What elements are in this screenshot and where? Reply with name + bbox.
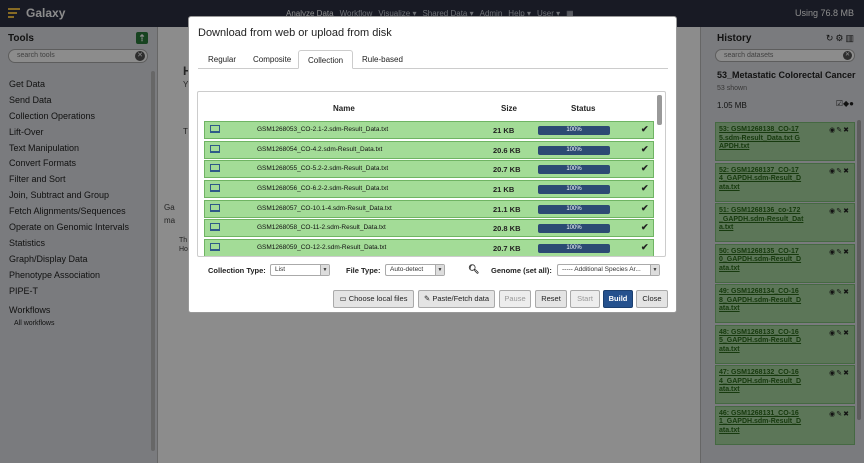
progress-bar: 100% bbox=[538, 185, 610, 195]
upload-rows: GSM1268053_CO-2.1-2.sdm-Result_Data.txt 2… bbox=[204, 121, 654, 256]
paste-fetch-button[interactable]: ✎ Paste/Fetch data bbox=[418, 290, 495, 308]
progress-bar: 100% bbox=[538, 244, 610, 254]
check-icon: ✔ bbox=[641, 222, 649, 233]
tab-composite[interactable]: Composite bbox=[244, 50, 300, 69]
genome-select[interactable]: ----- Additional Species Ar... ▼ bbox=[557, 264, 660, 276]
upload-settings: Collection Type: List ▼ File Type: Auto-d… bbox=[208, 264, 663, 278]
chevron-down-icon: ▼ bbox=[320, 265, 329, 275]
progress-bar: 100% bbox=[538, 165, 610, 175]
file-size: 20.6 KB bbox=[493, 145, 521, 155]
progress-bar: 100% bbox=[538, 224, 610, 234]
build-button[interactable]: Build bbox=[603, 290, 633, 308]
collection-type-select[interactable]: List ▼ bbox=[270, 264, 330, 276]
file-name: GSM1268053_CO-2.1-2.sdm-Result_Data.txt bbox=[257, 126, 389, 133]
tab-regular[interactable]: Regular bbox=[199, 50, 245, 69]
laptop-icon bbox=[210, 144, 220, 153]
paste-fetch-label: Paste/Fetch data bbox=[432, 294, 490, 303]
progress-bar: 100% bbox=[538, 204, 610, 214]
upload-row: GSM1268059_CO-12-2.sdm-Result_Data.txt 20… bbox=[204, 239, 654, 256]
upload-file-box: Name Size Status GSM1268053_CO-2.1-2.sdm… bbox=[197, 91, 666, 257]
file-name: GSM1268055_CO-5.2-2.sdm-Result_Data.txt bbox=[257, 165, 389, 173]
file-type-value: Auto-detect bbox=[390, 266, 424, 273]
close-button[interactable]: Close bbox=[636, 290, 668, 308]
check-icon: ✔ bbox=[641, 124, 649, 134]
file-size: 20.7 KB bbox=[493, 165, 521, 175]
laptop-icon bbox=[210, 164, 220, 173]
search-icon[interactable]: 🔍︎ bbox=[468, 264, 479, 275]
file-size: 20.8 KB bbox=[493, 224, 521, 234]
chevron-down-icon: ▼ bbox=[650, 265, 659, 275]
upload-row: GSM1268057_CO-10.1-4.sdm-Result_Data.txt… bbox=[204, 199, 654, 218]
check-icon: ✔ bbox=[641, 163, 649, 174]
upload-tabs: Regular Composite Collection Rule-based bbox=[198, 50, 668, 69]
upload-row: GSM1268058_CO-11-2.sdm-Result_Data.txt 20… bbox=[204, 219, 654, 238]
upload-row: GSM1268054_CO-4.2.sdm-Result_Data.txt 20.… bbox=[204, 140, 654, 159]
file-name: GSM1268059_CO-12-2.sdm-Result_Data.txt bbox=[257, 244, 387, 252]
file-size: 21 KB bbox=[493, 185, 515, 195]
file-name: GSM1268058_CO-11-2.sdm-Result_Data.txt bbox=[257, 224, 386, 232]
file-size: 21 KB bbox=[493, 126, 515, 135]
genome-value: ----- Additional Species Ar... bbox=[562, 266, 641, 273]
file-name: GSM1268056_CO-6.2-2.sdm-Result_Data.txt bbox=[257, 185, 389, 193]
reset-button[interactable]: Reset bbox=[535, 290, 567, 308]
genome-label: Genome (set all): bbox=[491, 266, 552, 275]
laptop-icon bbox=[210, 223, 220, 232]
upload-box-scrollbar[interactable] bbox=[657, 95, 662, 125]
start-button[interactable]: Start bbox=[570, 290, 600, 308]
column-status: Status bbox=[571, 104, 596, 113]
file-size: 21.1 KB bbox=[493, 204, 521, 214]
pause-button[interactable]: Pause bbox=[499, 290, 531, 308]
upload-row: GSM1268055_CO-5.2-2.sdm-Result_Data.txt 2… bbox=[204, 160, 654, 179]
file-type-select[interactable]: Auto-detect ▼ bbox=[385, 264, 445, 276]
upload-row: GSM1268053_CO-2.1-2.sdm-Result_Data.txt 2… bbox=[204, 121, 654, 139]
laptop-icon bbox=[210, 125, 220, 133]
progress-bar: 100% bbox=[538, 126, 610, 135]
laptop-icon bbox=[210, 203, 220, 212]
choose-local-files-label: Choose local files bbox=[348, 294, 408, 303]
upload-dialog: Download from web or upload from disk Re… bbox=[188, 16, 677, 313]
column-size: Size bbox=[501, 104, 518, 113]
upload-row: GSM1268056_CO-6.2-2.sdm-Result_Data.txt 2… bbox=[204, 180, 654, 199]
file-type-label: File Type: bbox=[346, 266, 381, 275]
check-icon: ✔ bbox=[641, 202, 649, 213]
laptop-icon: ▭ bbox=[339, 294, 349, 303]
laptop-icon bbox=[210, 243, 220, 252]
choose-local-files-button[interactable]: ▭ Choose local files bbox=[333, 290, 414, 308]
file-name: GSM1268054_CO-4.2.sdm-Result_Data.txt bbox=[257, 145, 383, 153]
file-name: GSM1268057_CO-10.1-4.sdm-Result_Data.txt bbox=[257, 204, 392, 212]
collection-type-value: List bbox=[275, 266, 286, 273]
laptop-icon bbox=[210, 184, 220, 193]
tab-collection[interactable]: Collection bbox=[298, 50, 354, 69]
check-icon: ✔ bbox=[641, 242, 649, 253]
tab-rule-based[interactable]: Rule-based bbox=[353, 50, 412, 69]
upload-dialog-title: Download from web or upload from disk bbox=[198, 27, 392, 39]
file-size: 20.7 KB bbox=[493, 244, 521, 254]
collection-type-label: Collection Type: bbox=[208, 266, 266, 275]
check-icon: ✔ bbox=[641, 143, 649, 154]
column-name: Name bbox=[333, 104, 355, 113]
chevron-down-icon: ▼ bbox=[435, 265, 444, 275]
progress-bar: 100% bbox=[538, 145, 610, 155]
check-icon: ✔ bbox=[641, 183, 649, 194]
upload-table-header: Name Size Status bbox=[198, 92, 658, 120]
